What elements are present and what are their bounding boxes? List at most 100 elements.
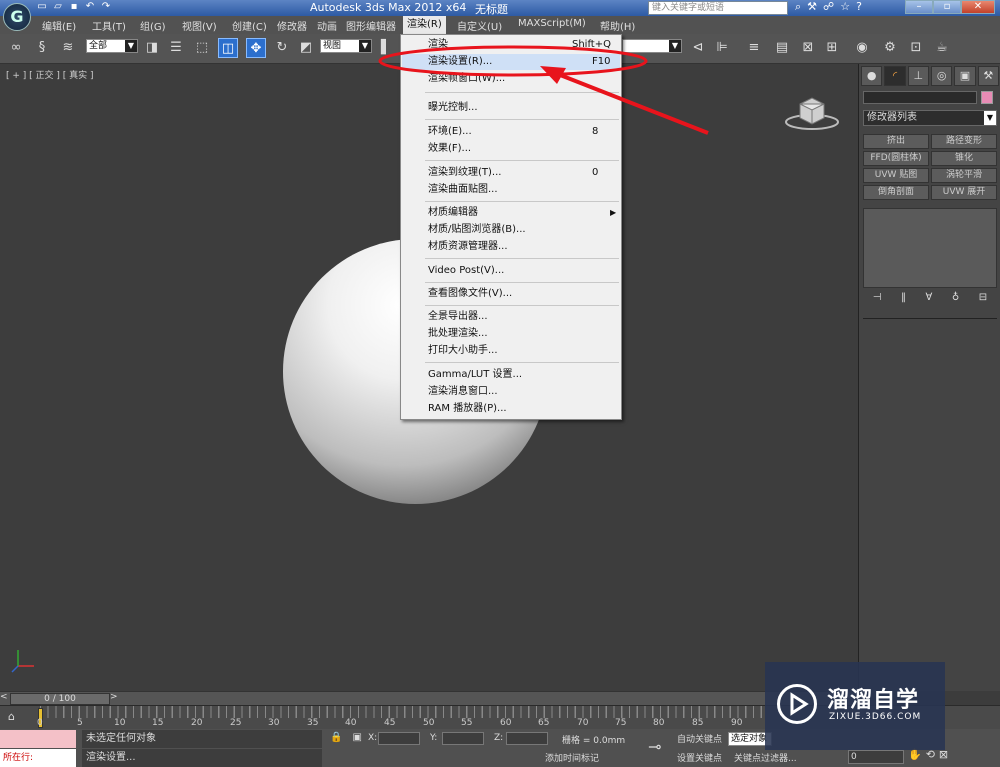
tab-utilities-icon[interactable]: ⚒ — [977, 66, 999, 86]
modifier-button[interactable]: 挤出 — [863, 134, 929, 149]
render-production-icon[interactable]: ☕ — [932, 38, 952, 58]
maxscript-listener-mini[interactable] — [0, 730, 76, 748]
redo-icon[interactable]: ↷ — [100, 1, 112, 15]
key-filters-button[interactable]: 关键点过滤器... — [734, 751, 797, 764]
menu-item-rendered-frame-window[interactable]: 渲染帧窗口(W)... — [402, 71, 620, 87]
menu-maxscript[interactable]: MAXScript(M) — [518, 18, 586, 29]
menu-item-batch-render[interactable]: 批处理渲染... — [402, 326, 620, 342]
menu-item-print-size-assistant[interactable]: 打印大小助手... — [402, 343, 620, 359]
modifier-button[interactable]: 涡轮平滑 — [931, 168, 997, 183]
auto-key-button[interactable]: 自动关键点 — [677, 732, 722, 745]
menu-item-effects[interactable]: 效果(F)... — [402, 141, 620, 157]
layer-manager-icon[interactable]: ≡ — [744, 38, 764, 58]
wrench-icon[interactable]: ⚒ — [807, 0, 817, 14]
add-time-tag-button[interactable]: 添加时间标记 — [545, 751, 599, 764]
chevron-left-icon[interactable]: < — [0, 692, 10, 702]
menu-item-panorama-exporter[interactable]: 全景导出器... — [402, 309, 620, 325]
menu-item-material-editor[interactable]: 材质编辑器 ▶ — [402, 205, 620, 221]
modifier-button[interactable]: 锥化 — [931, 151, 997, 166]
menu-item-ram-player[interactable]: RAM 播放器(P)... — [402, 401, 620, 417]
menu-group[interactable]: 组(G) — [140, 18, 166, 33]
app-logo[interactable]: G — [3, 3, 31, 31]
binoculars-icon[interactable]: ⌕ — [795, 0, 801, 14]
modifier-button[interactable]: FFD(圆柱体) — [863, 151, 929, 166]
move-icon[interactable]: ✥ — [246, 38, 266, 58]
mirror-icon[interactable]: ⊲ — [688, 38, 708, 58]
ribbon-icon[interactable]: ▤ — [772, 38, 792, 58]
menu-item-video-post[interactable]: Video Post(V)... — [402, 263, 620, 279]
align-icon[interactable]: ⊫ — [712, 38, 732, 58]
menu-item-render-message-window[interactable]: 渲染消息窗口... — [402, 384, 620, 400]
rectangular-selection-icon[interactable]: ⬚ — [192, 38, 212, 58]
current-frame-field[interactable]: 0 — [848, 750, 904, 764]
menu-graph-editors[interactable]: 图形编辑器 — [346, 18, 396, 33]
menu-rendering[interactable]: 渲染(R) — [403, 16, 446, 34]
object-name-field[interactable] — [863, 91, 977, 104]
named-selection-dropdown[interactable]: ▼ — [622, 39, 682, 53]
pin-stack-icon[interactable]: ⊣ — [873, 292, 882, 308]
modifier-button[interactable]: 路径变形 — [931, 134, 997, 149]
menu-modifiers[interactable]: 修改器 — [277, 18, 307, 33]
restore-button[interactable]: ▫ — [933, 0, 961, 14]
configure-sets-icon[interactable]: ⊟ — [979, 292, 987, 308]
menu-item-render-surface-map[interactable]: 渲染曲面贴图... — [402, 182, 620, 198]
viewport-label[interactable]: [ + ] [ 正交 ] [ 真实 ] — [6, 68, 94, 81]
rendered-frame-window-icon[interactable]: ⊡ — [906, 38, 926, 58]
key-icon[interactable]: ⊸ — [648, 737, 661, 756]
select-by-name-icon[interactable]: ☰ — [166, 38, 186, 58]
bind-space-warp-icon[interactable]: ≋ — [58, 38, 78, 58]
minimize-button[interactable]: – — [905, 0, 933, 14]
menu-item-material-explorer[interactable]: 材质资源管理器... — [402, 239, 620, 255]
time-slider[interactable]: < 0 / 100 > — [0, 691, 858, 705]
curve-editor-icon[interactable]: ⊠ — [798, 38, 818, 58]
scale-icon[interactable]: ◩ — [296, 38, 316, 58]
pivot-icon[interactable]: ▌ — [376, 38, 396, 58]
menu-item-exposure-control[interactable]: 曝光控制... — [402, 100, 620, 116]
menu-item-render[interactable]: 渲染 Shift+Q — [402, 37, 620, 53]
material-editor-icon[interactable]: ◉ — [852, 38, 872, 58]
show-end-result-icon[interactable]: ‖ — [901, 292, 906, 308]
maxscript-line-field[interactable]: 所在行: — [0, 749, 76, 767]
menu-views[interactable]: 视图(V) — [182, 18, 217, 33]
menu-item-material-browser[interactable]: 材质/贴图浏览器(B)... — [402, 222, 620, 238]
favorite-icon[interactable]: ☆ — [840, 0, 850, 14]
close-button[interactable]: ✕ — [961, 0, 995, 14]
menu-item-environment[interactable]: 环境(E)... 8 — [402, 124, 620, 140]
menu-tools[interactable]: 工具(T) — [92, 18, 126, 33]
menu-customize[interactable]: 自定义(U) — [457, 18, 502, 33]
tab-modify-icon[interactable]: ◜ — [884, 66, 906, 86]
modifier-list-dropdown[interactable]: 修改器列表 ▼ — [863, 110, 997, 126]
open-icon[interactable]: ▱ — [52, 1, 64, 15]
link-icon[interactable]: ∞ — [6, 38, 26, 58]
absolute-mode-icon[interactable]: ▣ — [352, 732, 361, 743]
menu-item-view-image-file[interactable]: 查看图像文件(V)... — [402, 286, 620, 302]
viewcube-icon[interactable] — [782, 92, 842, 132]
menu-animation[interactable]: 动画 — [317, 18, 337, 33]
tab-motion-icon[interactable]: ◎ — [930, 66, 953, 86]
help-icon[interactable]: ? — [856, 0, 862, 14]
time-slider-thumb[interactable]: 0 / 100 — [10, 693, 110, 705]
tab-display-icon[interactable]: ▣ — [954, 66, 976, 86]
menu-item-render-to-texture[interactable]: 渲染到纹理(T)... 0 — [402, 165, 620, 181]
schematic-view-icon[interactable]: ⊞ — [822, 38, 842, 58]
selection-filter-dropdown[interactable]: 全部 ▼ — [86, 39, 138, 53]
menu-edit[interactable]: 编辑(E) — [42, 18, 76, 33]
y-coordinate-field[interactable] — [442, 732, 484, 745]
unlink-icon[interactable]: § — [32, 38, 52, 58]
modifier-stack[interactable] — [863, 208, 997, 288]
reference-coordinate-dropdown[interactable]: 视图 ▼ — [320, 39, 372, 53]
rotate-icon[interactable]: ↻ — [272, 38, 292, 58]
modifier-button[interactable]: 倒角剖面 — [863, 185, 929, 200]
window-crossing-icon[interactable]: ◫ — [218, 38, 238, 58]
chevron-right-icon[interactable]: > — [110, 692, 120, 702]
make-unique-icon[interactable]: ∀ — [926, 292, 933, 308]
menu-item-render-setup[interactable]: 渲染设置(R)... F10 — [402, 54, 620, 70]
render-setup-icon[interactable]: ⚙ — [880, 38, 900, 58]
undo-icon[interactable]: ↶ — [84, 1, 96, 15]
object-color-swatch[interactable] — [981, 91, 993, 104]
menu-help[interactable]: 帮助(H) — [600, 18, 635, 33]
z-coordinate-field[interactable] — [506, 732, 548, 745]
modifier-button[interactable]: UVW 展开 — [931, 185, 997, 200]
tab-create-icon[interactable]: ● — [861, 66, 883, 86]
modifier-button[interactable]: UVW 贴图 — [863, 168, 929, 183]
